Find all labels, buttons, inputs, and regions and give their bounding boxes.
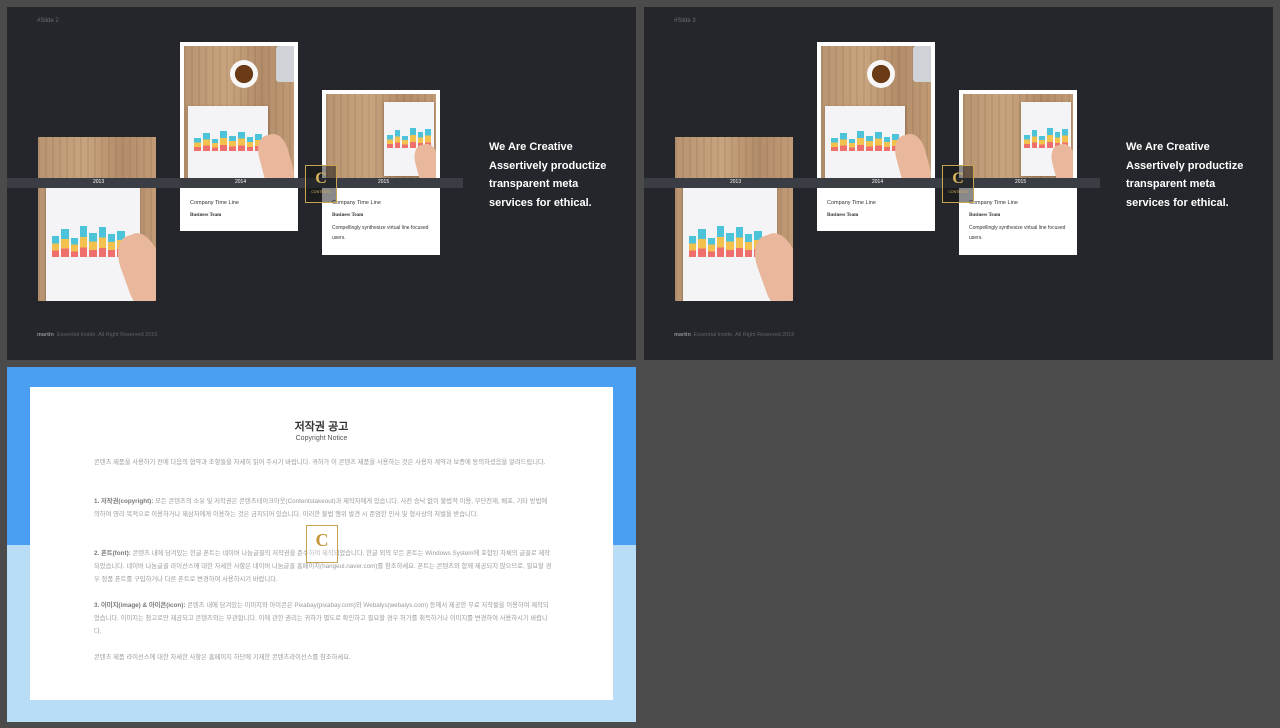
timeline-card-2014: Company Time Line Business Team: [817, 42, 935, 231]
slide-headline: We Are Creative Assertively productize t…: [1126, 141, 1244, 209]
timeline-year-2013: 2013: [730, 179, 742, 185]
card-description: Compellingly synthesize virtual line foc…: [969, 225, 1066, 241]
notice-closing: 콘텐츠 제품 라이선스에 대한 자세한 사항은 홈페이지 하단에 기재한 콘텐츠…: [94, 654, 351, 661]
card-title: Company Time Line: [190, 200, 239, 206]
timeline-photo-2013: [675, 137, 793, 301]
slide-thumbnail-3[interactable]: #Slide 3 Company Time Line Business Team…: [644, 7, 1273, 360]
timeline-year-2013: 2013: [93, 179, 105, 185]
card-subtitle: Business Team: [827, 213, 859, 218]
card-description: Compellingly synthesize virtual line foc…: [332, 225, 429, 241]
card-title: Company Time Line: [332, 200, 381, 206]
card-subtitle: Business Team: [332, 213, 364, 218]
slide-number: #Slide 3: [674, 18, 696, 24]
timeline-bar: 2013 2014 2015: [7, 178, 463, 188]
timeline-photo-2015: [963, 94, 1073, 178]
timeline-photo-2015: [326, 94, 436, 178]
notice-section-copyright: 1. 저작권(copyright): 모든 콘텐츠의 소유 및 저작권은 콘텐츠…: [94, 498, 548, 518]
timeline-bar: 2013 2014 2015: [644, 178, 1100, 188]
timeline-year-2014: 2014: [235, 179, 247, 185]
card-subtitle: Business Team: [190, 213, 222, 218]
slide-footer: martin Essential Inside. All Right Reserv…: [674, 332, 795, 338]
timeline-card-2014: Company Time Line Business Team: [180, 42, 298, 231]
notice-subtitle: Copyright Notice: [295, 435, 348, 442]
timeline-card-2015: Company Time Line Business Team Compelli…: [959, 90, 1077, 255]
notice-intro: 콘텐츠 제품을 사용하기 전에 다음의 협약과 조항들을 자세히 읽어 주시기 …: [94, 459, 546, 466]
timeline-card-2015: Company Time Line Business Team Compelli…: [322, 90, 440, 255]
slide-number: #Slide 2: [37, 18, 59, 24]
timeline-photo-2014: [184, 46, 294, 178]
slide-headline: We Are Creative Assertively productize t…: [489, 141, 607, 209]
card-title: Company Time Line: [827, 200, 876, 206]
timeline-photo-2014: [821, 46, 931, 178]
watermark-logo: C: [306, 525, 338, 563]
timeline-year-2014: 2014: [872, 179, 884, 185]
card-title: Company Time Line: [969, 200, 1018, 206]
slide-footer: martin Essential Inside. All Right Reserv…: [37, 332, 158, 338]
notice-title: 저작권 공고: [294, 421, 349, 433]
timeline-photo-2013: [38, 137, 156, 301]
card-subtitle: Business Team: [969, 213, 1001, 218]
watermark-logo: C CONTENTS: [942, 165, 974, 203]
notice-section-image: 3. 이미지(image) & 아이콘(icon): 콘텐츠 내에 담겨있는 이…: [94, 602, 549, 635]
watermark-logo: C CONTENTS: [305, 165, 337, 203]
timeline-year-2015: 2015: [378, 179, 390, 185]
slide-thumbnail-2[interactable]: #Slide 2 Company Time Line Business Team…: [7, 7, 636, 360]
timeline-year-2015: 2015: [1015, 179, 1027, 185]
